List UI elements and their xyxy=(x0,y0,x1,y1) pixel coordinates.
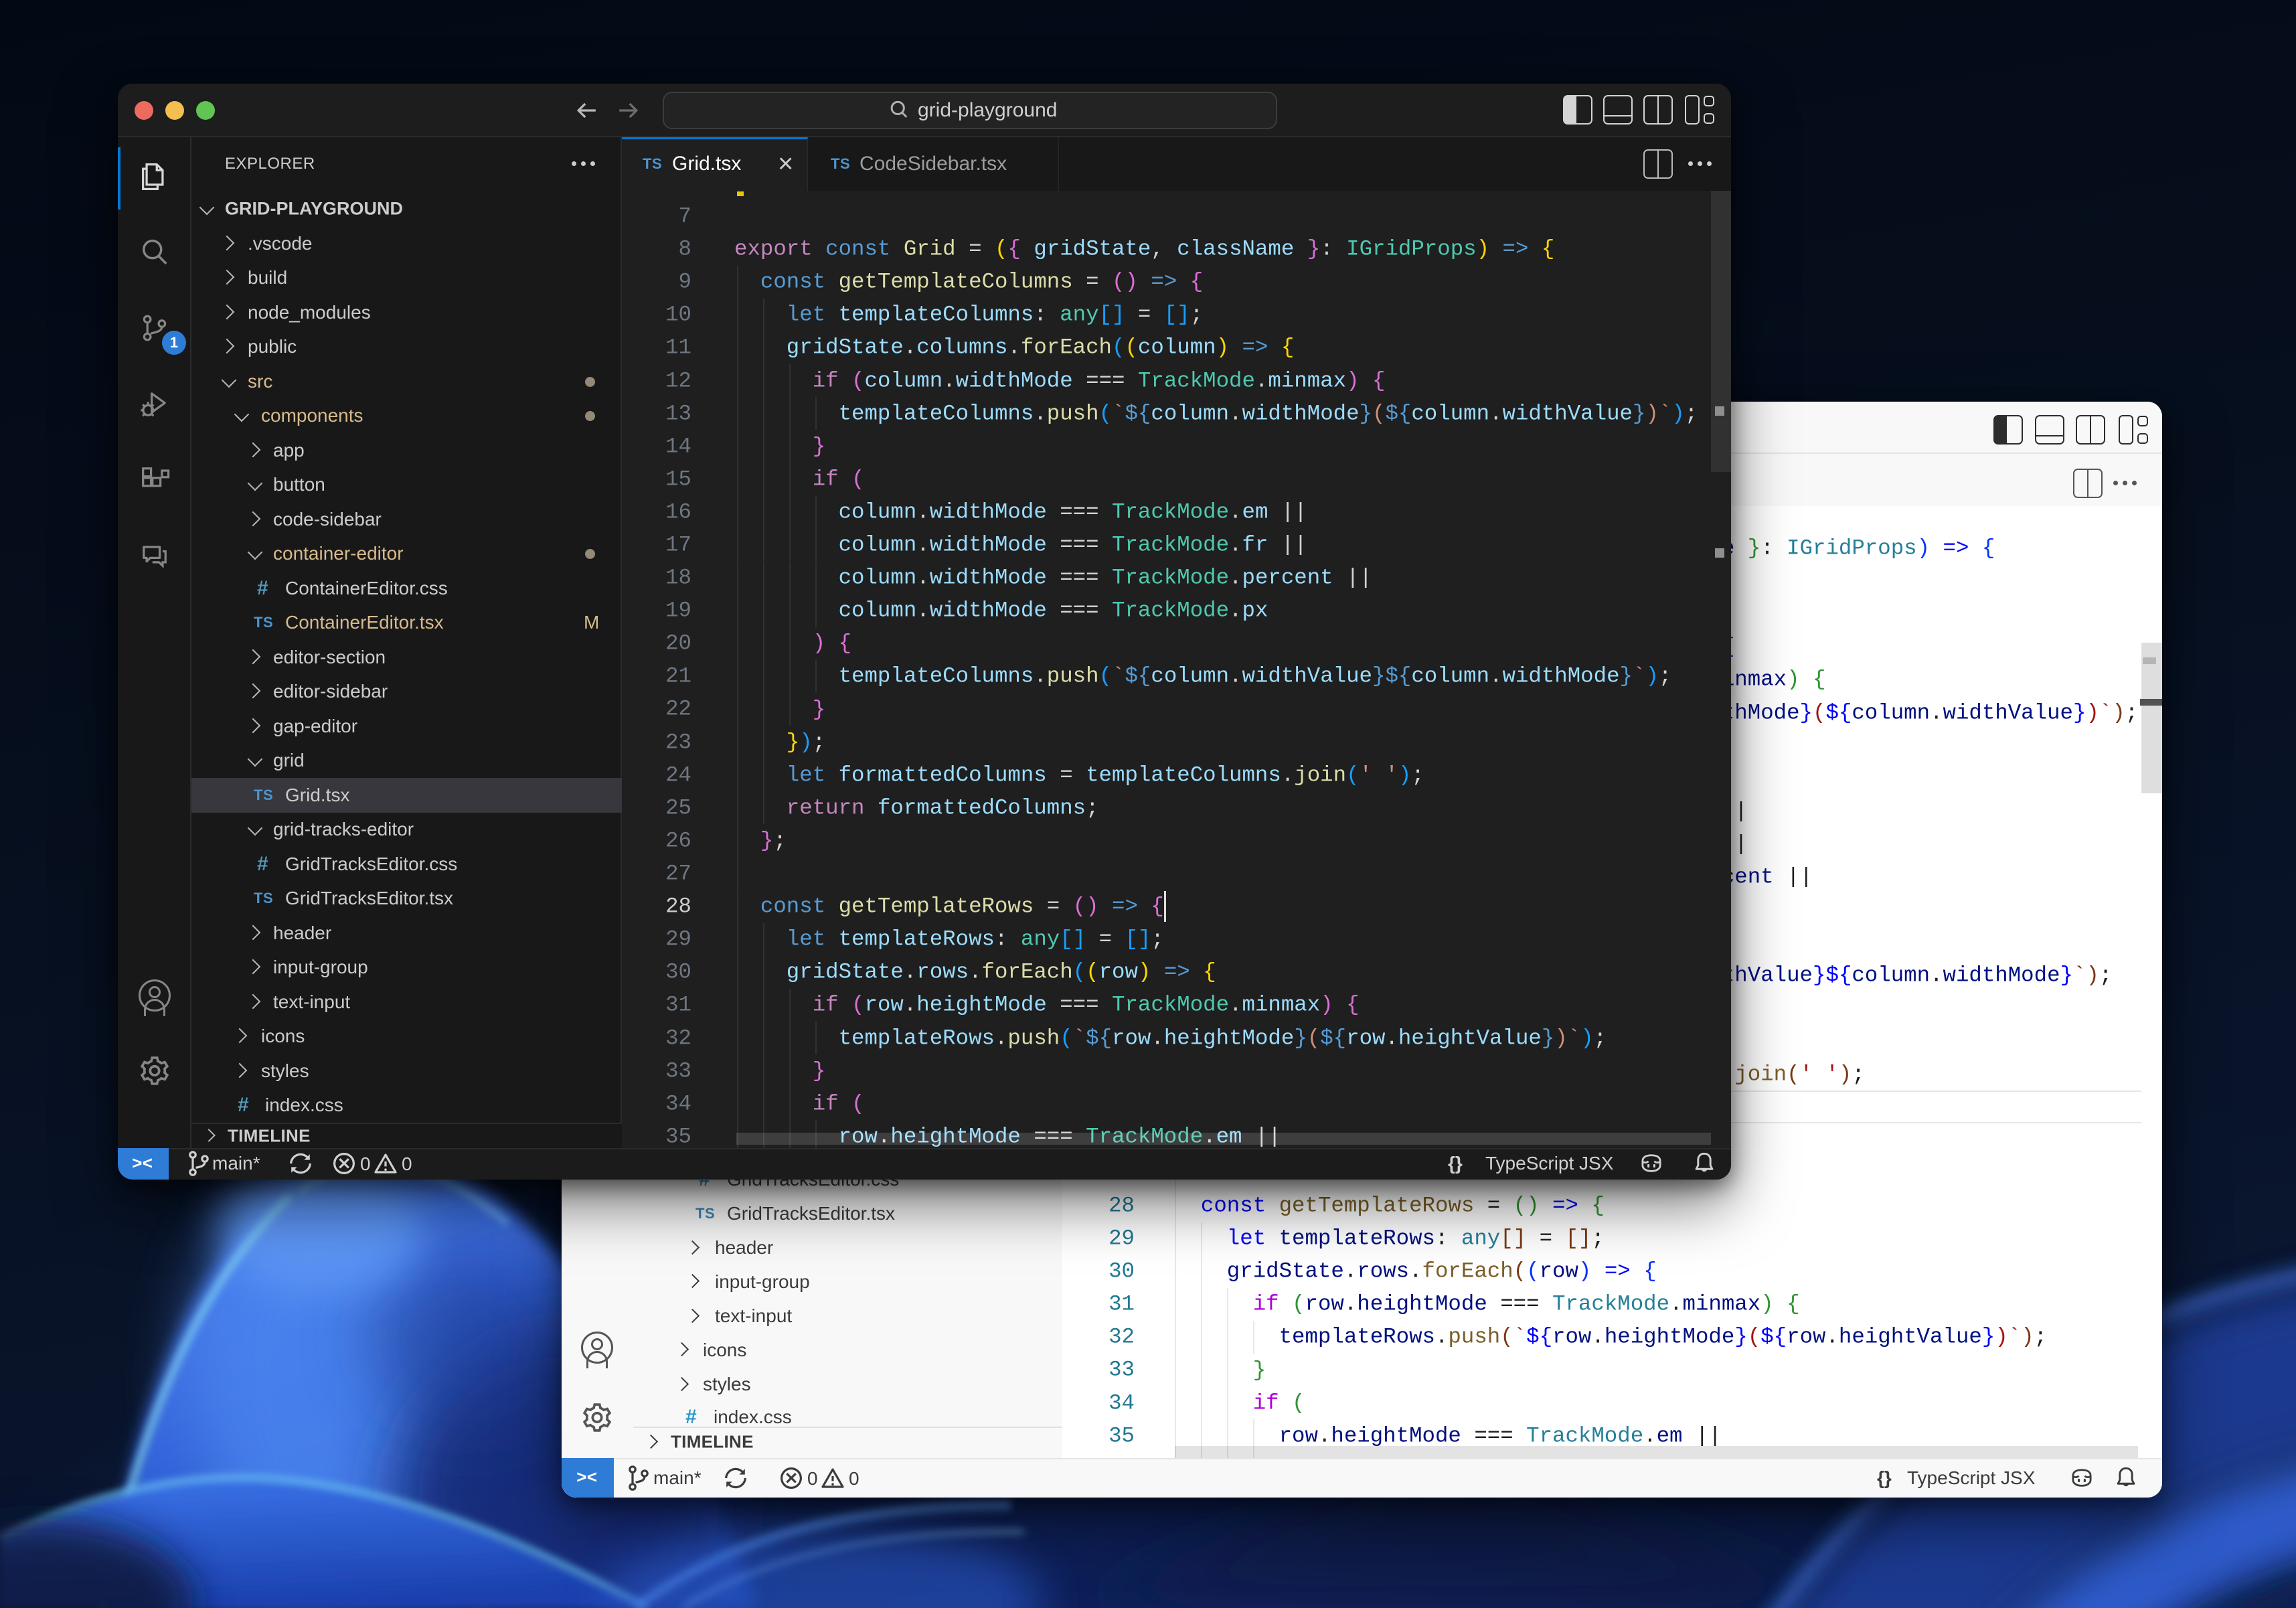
svg-text:0: 0 xyxy=(849,1468,859,1489)
svg-text:0: 0 xyxy=(360,1153,371,1174)
svg-text:0: 0 xyxy=(807,1468,818,1489)
svg-text:0: 0 xyxy=(402,1153,412,1174)
